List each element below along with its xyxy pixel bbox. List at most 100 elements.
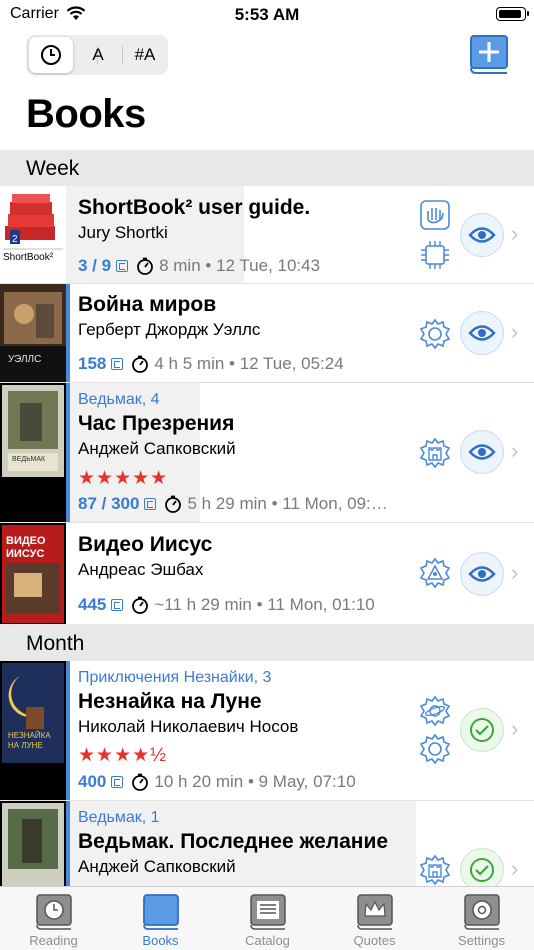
cover-caption: НЕЗНАЙКА НА ЛУНЕ — [8, 731, 51, 750]
book-duration: 8 min — [159, 256, 201, 275]
book-pages: 87 / 300 — [78, 494, 140, 513]
tab-reading[interactable]: Reading — [0, 887, 107, 950]
pages-icon — [111, 599, 124, 611]
clock-icon — [41, 45, 61, 65]
status-bar: Carrier 5:53 AM — [0, 0, 534, 30]
book-row[interactable]: УЭЛЛС Война миров Герберт Джордж Уэллс 1… — [0, 284, 534, 383]
book-cover: ВЕДЬМАК — [0, 383, 66, 522]
reading-tab-icon — [36, 894, 72, 930]
planet-icon — [419, 695, 451, 727]
quotes-tab-icon — [357, 894, 393, 930]
checkmark-icon — [470, 718, 494, 742]
tab-catalog[interactable]: Catalog — [214, 887, 321, 950]
clock-label: 5:53 AM — [234, 5, 300, 24]
cover-caption: ВЕДЬМАК — [12, 456, 46, 463]
checkmark-icon — [470, 858, 494, 882]
book-date: • 11 Mon, 09:… — [271, 494, 388, 513]
pages-icon — [111, 358, 124, 370]
book-date: • 11 Mon, 01:10 — [256, 595, 375, 614]
section-label: Week — [26, 157, 80, 180]
eye-triangle-icon — [419, 557, 451, 589]
reading-status-button[interactable] — [460, 213, 504, 257]
book-title: Незнайка на Луне — [78, 690, 262, 713]
cover-caption: ВИДЕО ИИСУС — [6, 535, 46, 560]
book-title: ShortBook² user guide. — [78, 196, 311, 219]
book-series: Ведьмак, 4 — [78, 391, 160, 408]
tab-settings[interactable]: Settings — [428, 887, 534, 950]
book-author: Анджей Сапковский — [78, 857, 236, 876]
book-cover: УЭЛЛС — [0, 284, 66, 382]
book-date: • 12 Tue, 10:43 — [205, 256, 321, 275]
eye-icon — [468, 227, 496, 243]
add-book-button[interactable] — [468, 34, 510, 76]
gear-icon — [419, 733, 451, 765]
book-row[interactable]: 2 ShortBook² ShortBook² user guide. Jury… — [0, 186, 534, 284]
book-duration: 10 h 20 min — [154, 772, 244, 791]
chevron-right-icon: › — [511, 716, 519, 741]
timer-icon — [132, 773, 149, 791]
book-title: Час Презрения — [78, 412, 235, 435]
books-tab-icon — [143, 894, 179, 930]
pages-icon — [116, 260, 129, 272]
gear-icon — [419, 318, 451, 350]
book-author: Jury Shortki — [78, 223, 168, 242]
timer-icon — [165, 495, 182, 513]
book-author: Анджей Сапковский — [78, 439, 236, 458]
settings-tab-icon — [464, 894, 500, 930]
chevron-right-icon: › — [511, 438, 519, 463]
pages-icon — [111, 776, 124, 788]
catalog-tab-icon — [250, 894, 286, 930]
sort-series-button[interactable]: #A — [123, 37, 167, 73]
timer-icon — [137, 257, 153, 275]
page-title: Books — [26, 92, 146, 136]
castle-icon — [419, 437, 451, 469]
book-row[interactable]: ВИДЕО ИИСУС Видео Иисус Андреас Эшбах 44… — [0, 523, 534, 625]
tab-label: Quotes — [353, 933, 396, 948]
tab-label: Books — [142, 933, 179, 948]
tab-label: Catalog — [245, 933, 290, 948]
book-date: • 9 May, 07:10 — [247, 772, 356, 791]
tab-books[interactable]: Books — [107, 887, 214, 950]
book-meta: 445 ~11 h 29 min • 11 Mon, 01:10 — [78, 595, 375, 615]
reading-status-button[interactable] — [460, 311, 504, 355]
tab-label: Settings — [458, 933, 505, 948]
book-row[interactable]: Ведьмак, 1 Ведьмак. Последнее желание Ан… — [0, 801, 534, 886]
chevron-right-icon: › — [511, 856, 519, 881]
section-header-month: Month — [0, 625, 534, 661]
book-rating: ★★★★★ — [78, 468, 169, 489]
timer-icon — [132, 355, 149, 373]
book-title: Война миров — [78, 293, 217, 316]
chevron-right-icon: › — [511, 319, 519, 344]
pages-icon — [144, 498, 157, 510]
book-row[interactable]: НЕЗНАЙКА НА ЛУНЕ Приключения Незнайки, 3… — [0, 661, 534, 801]
reading-status-button[interactable] — [460, 430, 504, 474]
chip-icon — [421, 241, 449, 269]
book-pages: 445 — [78, 595, 107, 614]
book-meta: 87 / 300 5 h 29 min • 11 Mon, 09:… — [78, 494, 388, 514]
book-meta: 3 / 9 8 min • 12 Tue, 10:43 — [78, 256, 320, 276]
book-cover: ВИДЕО ИИСУС — [0, 523, 66, 624]
tab-label: Reading — [29, 933, 78, 948]
book-cover — [0, 801, 66, 886]
svg-text:2: 2 — [12, 234, 18, 245]
battery-icon — [496, 7, 529, 21]
book-series: Ведьмак, 1 — [78, 809, 160, 826]
tab-quotes[interactable]: Quotes — [321, 887, 428, 950]
book-pages: 3 / 9 — [78, 256, 112, 275]
book-duration: ~11 h 29 min — [154, 595, 252, 614]
book-row[interactable]: ВЕДЬМАК Ведьмак, 4 Час Презрения Анджей … — [0, 383, 534, 523]
book-title: Видео Иисус — [78, 533, 213, 556]
book-author: Герберт Джордж Уэллс — [78, 320, 261, 339]
reading-status-button[interactable] — [460, 552, 504, 596]
book-cover: НЕЗНАЙКА НА ЛУНЕ — [0, 661, 66, 800]
chevron-right-icon: › — [511, 221, 519, 246]
eye-icon — [468, 325, 496, 341]
finished-status-button[interactable] — [460, 848, 504, 886]
book-rating: ★★★★½ — [78, 745, 167, 766]
book-author: Андреас Эшбах — [78, 560, 204, 579]
sort-alpha-button[interactable]: A — [75, 37, 121, 73]
sort-recent-button[interactable] — [29, 37, 73, 73]
cover-caption: ShortBook² — [3, 252, 54, 263]
finished-status-button[interactable] — [460, 708, 504, 752]
castle-icon — [419, 854, 451, 886]
